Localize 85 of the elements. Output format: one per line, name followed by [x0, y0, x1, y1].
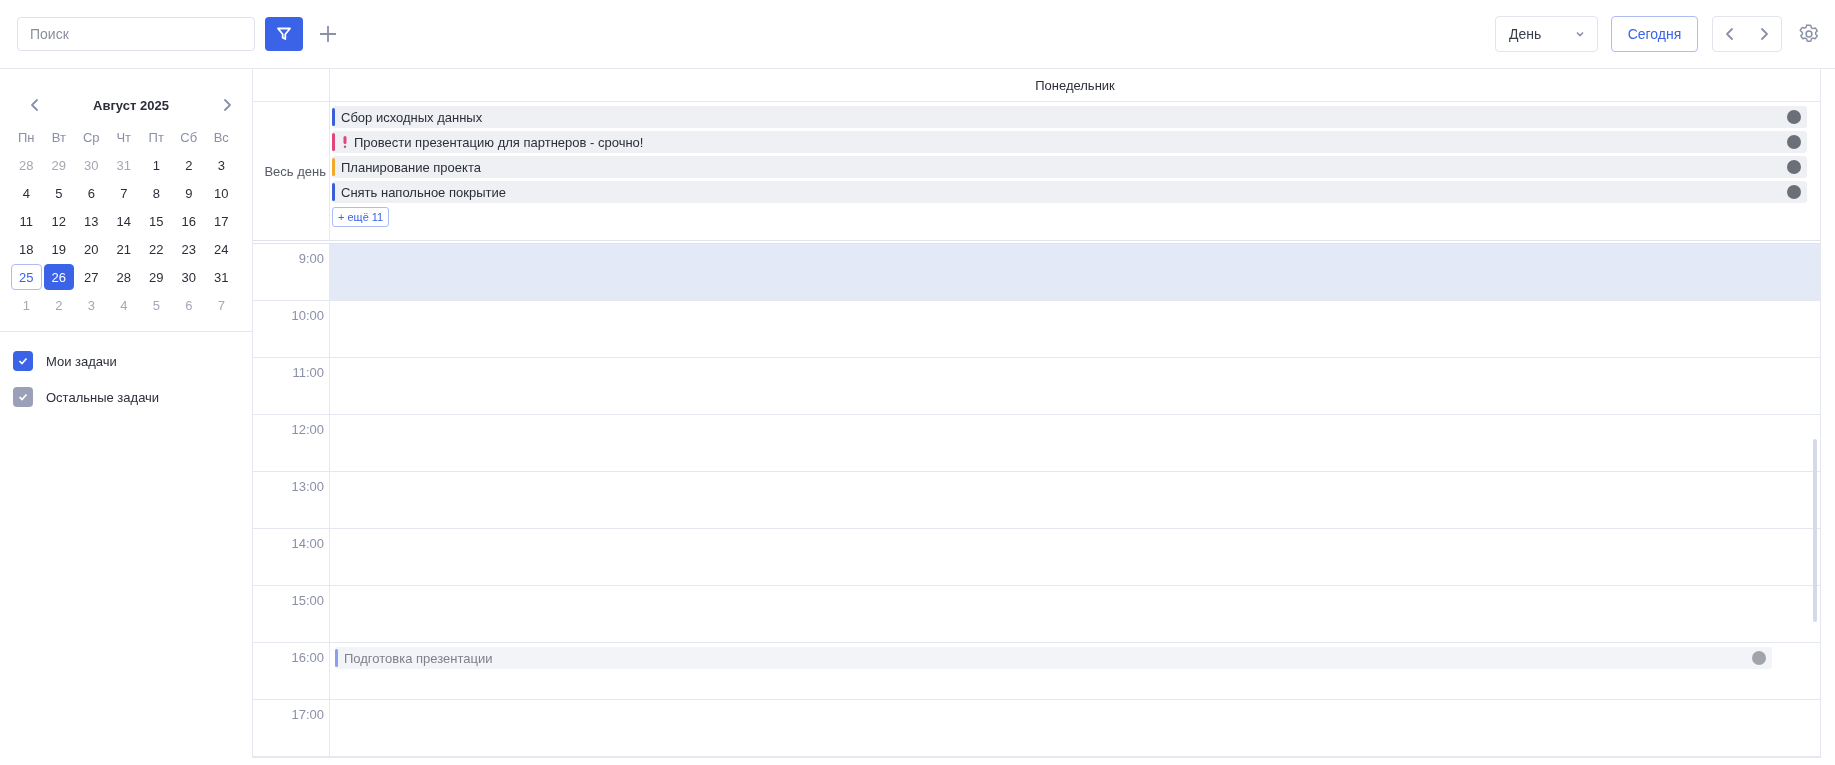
date-cell[interactable]: 27	[76, 264, 107, 290]
time-slot[interactable]: Подготовка презентации	[330, 643, 1820, 700]
date-cell[interactable]: 26	[43, 264, 74, 290]
event-title: Провести презентацию для партнеров - срочно!	[354, 134, 645, 150]
avatar	[1787, 110, 1801, 124]
date-cell[interactable]: 9	[173, 180, 204, 206]
date-cell[interactable]: 28	[108, 264, 139, 290]
avatar	[1752, 651, 1766, 665]
view-select[interactable]: День	[1495, 16, 1598, 52]
search-field[interactable]: Поиск	[17, 17, 255, 51]
month-title: Август 2025	[93, 97, 169, 113]
time-label: 15:00	[291, 593, 324, 610]
day-header: Понедельник	[1034, 76, 1116, 95]
avatar	[1787, 160, 1801, 174]
settings-button[interactable]	[1798, 23, 1820, 45]
time-label: 12:00	[291, 422, 324, 439]
date-cell[interactable]: 19	[43, 236, 74, 262]
date-cell[interactable]: 6	[76, 180, 107, 206]
all-day-label: Весь день	[264, 163, 326, 179]
checkmark-icon	[18, 392, 28, 402]
date-cell[interactable]: 16	[173, 208, 204, 234]
avatar	[1787, 185, 1801, 199]
event-title: Снять напольное покрытие	[341, 184, 507, 200]
weekday-label: Вс	[212, 128, 230, 147]
avatar	[1787, 135, 1801, 149]
date-cell[interactable]: 30	[173, 264, 204, 290]
time-label: 9:00	[298, 251, 324, 268]
time-label: 11:00	[292, 365, 324, 382]
event-title: Сбор исходных данных	[341, 109, 484, 125]
date-cell[interactable]: 1	[141, 152, 172, 178]
weekday-label: Чт	[115, 128, 133, 147]
event-bar[interactable]: Планирование проекта	[332, 156, 1807, 178]
scrollbar[interactable]	[1813, 439, 1817, 622]
weekday-label: Сб	[179, 128, 199, 147]
date-cell[interactable]: 24	[206, 236, 237, 262]
date-cell[interactable]: 20	[76, 236, 107, 262]
time-label: 13:00	[291, 479, 324, 496]
event-bar[interactable]: Подготовка презентации	[335, 647, 1772, 669]
weekday-label: Ср	[81, 128, 101, 147]
checkbox-label: Остальные задачи	[46, 389, 160, 405]
filter-button[interactable]	[265, 17, 303, 51]
event-bar[interactable]: Снять напольное покрытие	[332, 181, 1807, 203]
time-label: 17:00	[291, 707, 324, 724]
event-bar[interactable]: Провести презентацию для партнеров - срочно!	[332, 131, 1807, 153]
date-cell[interactable]: 23	[173, 236, 204, 262]
add-button[interactable]	[319, 25, 337, 43]
funnel-icon	[276, 26, 292, 42]
event-title: Планирование проекта	[341, 159, 482, 175]
time-label: 14:00	[291, 536, 324, 553]
date-cell[interactable]: 7	[108, 180, 139, 206]
date-cell[interactable]: 5	[43, 180, 74, 206]
exclamation-icon	[343, 136, 347, 148]
date-cell[interactable]: 4	[11, 180, 42, 206]
checkbox-label: Мои задачи	[46, 353, 117, 369]
time-label: 16:00	[291, 650, 324, 667]
checkbox[interactable]	[13, 387, 33, 407]
date-cell[interactable]: 31	[206, 264, 237, 290]
date-cell[interactable]: 21	[108, 236, 139, 262]
weekday-label: Вт	[50, 128, 67, 147]
date-cell[interactable]: 8	[141, 180, 172, 206]
more-events-button[interactable]: + ещё 11	[332, 207, 390, 227]
event-title: Подготовка презентации	[344, 650, 494, 666]
date-cell[interactable]: 13	[76, 208, 107, 234]
event-bar[interactable]: Сбор исходных данных	[332, 106, 1807, 128]
date-cell[interactable]: 18	[11, 236, 42, 262]
date-cell[interactable]: 11	[11, 208, 42, 234]
date-cell[interactable]: 22	[141, 236, 172, 262]
date-cell[interactable]: 14	[108, 208, 139, 234]
weekday-label: Пн	[17, 128, 36, 147]
today-button[interactable]: Сегодня	[1611, 16, 1698, 52]
checkbox[interactable]	[13, 351, 33, 371]
time-label: 10:00	[291, 308, 324, 325]
checkmark-icon	[18, 356, 28, 366]
weekday-label: Пт	[147, 128, 165, 147]
date-cell[interactable]: 10	[206, 180, 237, 206]
date-cell[interactable]: 15	[141, 208, 172, 234]
plus-icon	[319, 25, 337, 43]
date-cell[interactable]: 2	[173, 152, 204, 178]
date-cell[interactable]: 29	[141, 264, 172, 290]
date-cell[interactable]: 25	[11, 264, 42, 290]
date-cell[interactable]: 17	[206, 208, 237, 234]
settings-icon	[1798, 23, 1820, 45]
date-cell[interactable]: 12	[43, 208, 74, 234]
chevron-down-icon	[1575, 29, 1585, 39]
date-cell[interactable]: 3	[206, 152, 237, 178]
